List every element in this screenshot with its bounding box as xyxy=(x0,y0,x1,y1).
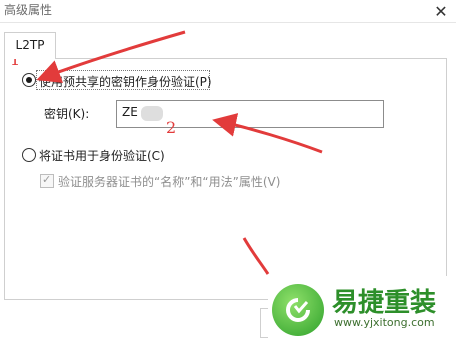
cert-radio[interactable] xyxy=(22,148,36,162)
annotation-step-2: 2 xyxy=(166,118,177,137)
cert-option-label[interactable]: 将证书用于身份验证(C) xyxy=(39,147,165,164)
tab-l2tp[interactable]: L2TP xyxy=(4,32,56,59)
refresh-icon xyxy=(286,298,310,322)
close-icon: ✕ xyxy=(434,1,448,21)
verify-checkbox-label: 验证服务器证书的“名称”和“用法”属性(V) xyxy=(58,175,281,189)
watermark-logo xyxy=(272,284,324,336)
key-label: 密钥(K): xyxy=(44,107,90,121)
key-input[interactable]: ZE xyxy=(116,100,384,128)
title-bar: 高级属性 ✕ xyxy=(0,0,456,23)
watermark: 易捷重装 www.yjxitong.com xyxy=(268,276,456,342)
psk-option-label[interactable]: 使用预共享的密钥作身份验证(P) xyxy=(39,73,212,90)
watermark-title: 易捷重装 xyxy=(332,288,437,318)
key-redaction xyxy=(141,106,163,121)
watermark-url: www.yjxitong.com xyxy=(334,316,435,329)
verify-checkbox[interactable] xyxy=(40,173,54,188)
psk-radio[interactable] xyxy=(22,73,36,87)
window-title: 高级属性 xyxy=(4,3,53,17)
key-value: ZE xyxy=(122,105,138,119)
tab-label: L2TP xyxy=(15,38,45,52)
close-button[interactable]: ✕ xyxy=(426,0,456,22)
